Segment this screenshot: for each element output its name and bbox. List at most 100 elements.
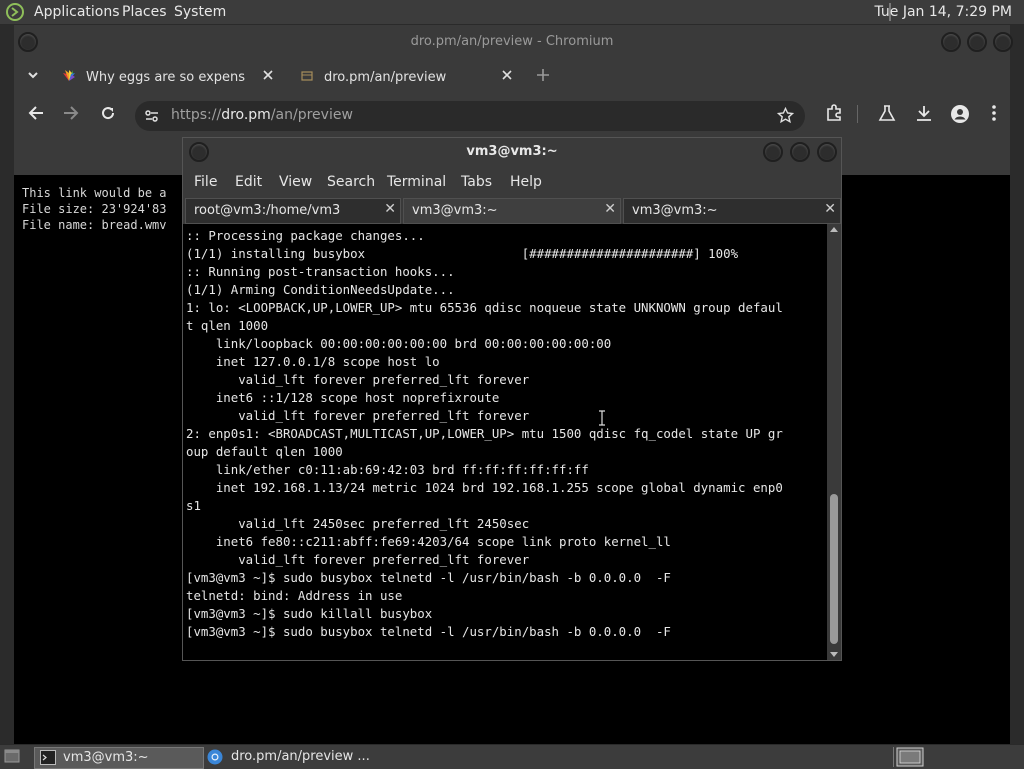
- page-line: This link would be a: [22, 186, 167, 200]
- text-cursor-icon: [598, 410, 606, 426]
- terminal-menubar: File Edit View Search Terminal Tabs Help: [183, 166, 841, 196]
- terminal-line: inet6 ::1/128 scope host noprefixroute: [186, 390, 500, 405]
- terminal-line: (1/1) installing busybox [##############…: [186, 246, 739, 261]
- minimize-button[interactable]: [763, 142, 783, 162]
- maximize-button[interactable]: [790, 142, 810, 162]
- bottom-taskbar: vm3@vm3:~ dro.pm/an/preview ...: [0, 744, 1024, 769]
- bookmark-star-icon[interactable]: [777, 107, 794, 124]
- terminal-line: valid_lft 2450sec preferred_lft 2450sec: [186, 516, 530, 531]
- preview-text: This link would be a File size: 23'924'83…: [22, 185, 167, 233]
- menu-search[interactable]: Search: [327, 174, 375, 190]
- terminal-line: inet 127.0.0.1/8 scope host lo: [186, 354, 440, 369]
- chromium-window-title: dro.pm/an/preview - Chromium: [410, 34, 614, 49]
- terminal-tab-vm3-active[interactable]: vm3@vm3:~ ✕: [403, 198, 621, 224]
- terminal-line: s1: [186, 498, 201, 513]
- terminal-line: :: Processing package changes...: [186, 228, 425, 243]
- scrollbar-thumb[interactable]: [830, 494, 838, 644]
- terminal-line: [vm3@vm3 ~]$ sudo busybox telnetd -l /us…: [186, 570, 671, 585]
- terminal-output[interactable]: :: Processing package changes...(1/1) in…: [183, 224, 827, 660]
- taskbar-item-chromium[interactable]: dro.pm/an/preview ...: [204, 747, 384, 767]
- close-tab-icon[interactable]: ✕: [824, 201, 836, 217]
- terminal-tab-root[interactable]: root@vm3:/home/vm3 ✕: [185, 198, 401, 224]
- terminal-line: link/loopback 00:00:00:00:00:00 brd 00:0…: [186, 336, 612, 351]
- terminal-line: oup default qlen 1000: [186, 444, 343, 459]
- terminal-line: (1/1) Arming ConditionNeedsUpdate...: [186, 282, 455, 297]
- labs-flask-icon[interactable]: [878, 104, 896, 122]
- terminal-line: valid_lft forever preferred_lft forever: [186, 552, 530, 567]
- more-menu-icon[interactable]: [991, 104, 997, 122]
- top-panel: Applications Places System Tue Jan 14, 7…: [0, 0, 1024, 25]
- terminal-line: link/ether c0:11:ab:69:42:03 brd ff:ff:f…: [186, 462, 589, 477]
- taskbar-item-terminal[interactable]: vm3@vm3:~: [34, 747, 204, 769]
- reload-icon[interactable]: [100, 105, 116, 121]
- close-tab-icon[interactable]: [501, 69, 513, 81]
- menu-edit[interactable]: Edit: [235, 174, 262, 190]
- minimize-button[interactable]: [941, 32, 961, 52]
- extensions-puzzle-icon[interactable]: [825, 104, 843, 122]
- terminal-titlebar[interactable]: vm3@vm3:~: [183, 138, 841, 166]
- maximize-button[interactable]: [967, 32, 987, 52]
- close-tab-icon[interactable]: ✕: [384, 201, 396, 217]
- terminal-line: [vm3@vm3 ~]$ sudo killall busybox: [186, 606, 433, 621]
- clock[interactable]: Tue Jan 14, 7:29 PM: [874, 4, 1012, 20]
- download-icon[interactable]: [915, 104, 933, 122]
- terminal-line: :: Running post-transaction hooks...: [186, 264, 455, 279]
- terminal-line: telnetd: bind: Address in use: [186, 588, 403, 603]
- terminal-line: inet 192.168.1.13/24 metric 1024 brd 192…: [186, 480, 783, 495]
- page-line: File name: bread.wmv: [22, 218, 167, 232]
- scroll-up-icon[interactable]: [830, 226, 838, 232]
- distro-logo-icon[interactable]: [6, 3, 24, 21]
- tab-label: Why eggs are so expensive ri: [86, 70, 246, 85]
- new-tab-icon[interactable]: [536, 68, 550, 82]
- tab-dro-preview[interactable]: dro.pm/an/preview: [290, 64, 520, 93]
- terminal-scrollbar[interactable]: [827, 224, 841, 660]
- tab-eggs-article[interactable]: Why eggs are so expensive ri: [54, 64, 280, 93]
- terminal-tab-label: vm3@vm3:~: [632, 203, 718, 218]
- terminal-line: valid_lft forever preferred_lft forever: [186, 372, 530, 387]
- terminal-line: [vm3@vm3 ~]$ sudo busybox telnetd -l /us…: [186, 624, 671, 639]
- terminal-line: 1: lo: <LOOPBACK,UP,LOWER_UP> mtu 65536 …: [186, 300, 783, 315]
- tab-search-chevron-icon[interactable]: [26, 68, 40, 82]
- menu-file[interactable]: File: [194, 174, 217, 190]
- menu-view[interactable]: View: [279, 174, 312, 190]
- url-scheme: https://: [171, 107, 222, 123]
- terminal-line: 2: enp0s1: <BROADCAST,MULTICAST,UP,LOWER…: [186, 426, 783, 441]
- taskbar-item-label: dro.pm/an/preview ...: [231, 749, 370, 764]
- url-text[interactable]: https://dro.pm/an/preview: [171, 107, 353, 123]
- taskbar-item-label: vm3@vm3:~: [63, 750, 149, 765]
- menu-terminal[interactable]: Terminal: [387, 174, 446, 190]
- terminal-text[interactable]: :: Processing package changes...(1/1) in…: [186, 227, 783, 641]
- terminal-line: t qlen 1000: [186, 318, 269, 333]
- places-menu[interactable]: Places: [122, 4, 167, 20]
- system-menu[interactable]: System: [174, 4, 226, 20]
- terminal-tab-label: vm3@vm3:~: [412, 203, 498, 218]
- terminal-tab-vm3[interactable]: vm3@vm3:~ ✕: [623, 198, 841, 224]
- site-settings-icon[interactable]: [144, 108, 160, 124]
- terminal-window: vm3@vm3:~ File Edit View Search Terminal…: [182, 137, 842, 661]
- menu-help[interactable]: Help: [510, 174, 542, 190]
- nbc-peacock-icon: [61, 69, 77, 83]
- workspace-switcher-icon[interactable]: [896, 747, 924, 767]
- chromium-titlebar[interactable]: dro.pm/an/preview - Chromium: [14, 25, 1013, 59]
- close-tab-icon[interactable]: [262, 69, 274, 81]
- back-arrow-icon[interactable]: [28, 105, 44, 121]
- menu-tabs[interactable]: Tabs: [461, 174, 492, 190]
- terminal-icon: [40, 750, 56, 765]
- close-button[interactable]: [993, 32, 1013, 52]
- applications-menu[interactable]: Applications: [34, 4, 120, 20]
- show-desktop-icon[interactable]: [4, 749, 20, 763]
- tab-label: dro.pm/an/preview: [324, 70, 447, 85]
- address-bar[interactable]: https://dro.pm/an/preview: [135, 101, 805, 131]
- profile-avatar-icon[interactable]: [950, 104, 970, 124]
- close-button[interactable]: [817, 142, 837, 162]
- url-host: dro.pm: [221, 107, 271, 123]
- url-path: /an/preview: [270, 107, 353, 123]
- page-line: File size: 23'924'83: [22, 202, 167, 216]
- terminal-tab-label: root@vm3:/home/vm3: [194, 203, 341, 218]
- scroll-down-icon[interactable]: [830, 652, 838, 658]
- taskbar-divider: [893, 747, 894, 767]
- close-tab-icon[interactable]: ✕: [604, 201, 616, 217]
- forward-arrow-icon[interactable]: [63, 105, 79, 121]
- toolbar-divider: [857, 105, 858, 123]
- terminal-window-title: vm3@vm3:~: [466, 144, 558, 159]
